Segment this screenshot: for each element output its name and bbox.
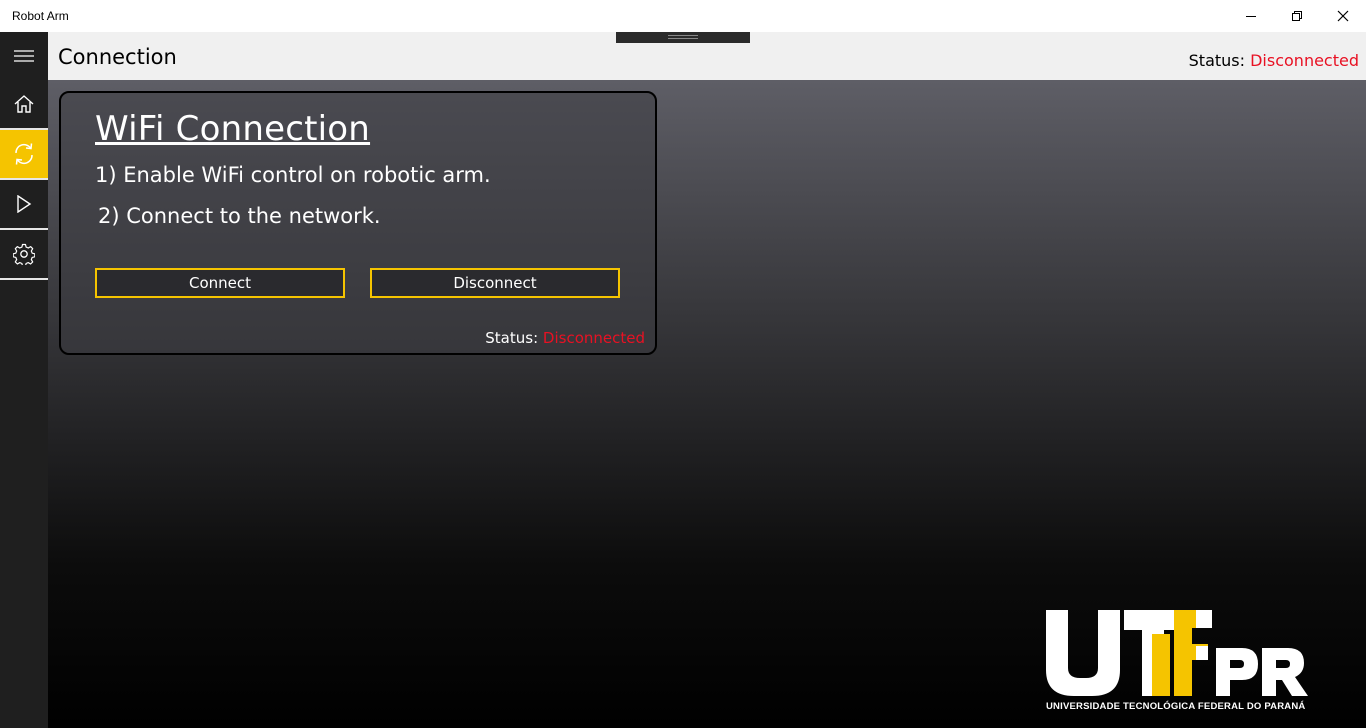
step-2-text: 2) Connect to the network. [98,204,381,228]
utfpr-logo: UNIVERSIDADE TECNOLÓGICA FEDERAL DO PARA… [1046,610,1308,712]
play-icon [17,195,32,213]
status-label: Status: [485,329,539,347]
status-label: Status: [1188,51,1246,70]
status-value: Disconnected [542,329,645,347]
header-status: Status: Disconnected [1189,51,1359,70]
minimize-button[interactable] [1228,0,1274,32]
gear-icon [13,243,35,265]
connect-button[interactable]: Connect [95,268,345,298]
drag-handle-line [668,35,698,36]
restore-button[interactable] [1274,0,1320,32]
nav-home[interactable] [0,80,48,128]
close-button[interactable] [1320,0,1366,32]
card-status: Status: Disconnected [485,329,645,347]
status-value: Disconnected [1250,51,1359,70]
sync-icon [15,143,33,165]
card-title: WiFi Connection [95,109,371,149]
title-bar: Robot Arm [0,0,1366,32]
page-title: Connection [58,45,177,69]
nav-sidebar [0,32,48,728]
window-title: Robot Arm [12,9,69,23]
home-icon [14,95,34,113]
logo-subtitle: UNIVERSIDADE TECNOLÓGICA FEDERAL DO PARA… [1046,700,1305,712]
nav-settings[interactable] [0,230,48,278]
minimize-icon [1246,16,1256,17]
drag-handle-line [668,38,698,39]
close-icon [1337,10,1349,22]
nav-run[interactable] [0,180,48,228]
wifi-connection-card: WiFi Connection 1) Enable WiFi control o… [59,91,657,355]
hamburger-button[interactable] [0,32,48,80]
main-content: WiFi Connection 1) Enable WiFi control o… [48,80,1366,728]
hamburger-icon [14,50,34,62]
page-header: Connection Status: Disconnected [48,32,1366,80]
disconnect-button[interactable]: Disconnect [370,268,620,298]
nav-connection[interactable] [0,130,48,178]
step-1-text: 1) Enable WiFi control on robotic arm. [95,163,491,187]
nav-divider [0,278,48,280]
drag-handle[interactable] [616,32,750,43]
restore-icon [1292,11,1302,21]
